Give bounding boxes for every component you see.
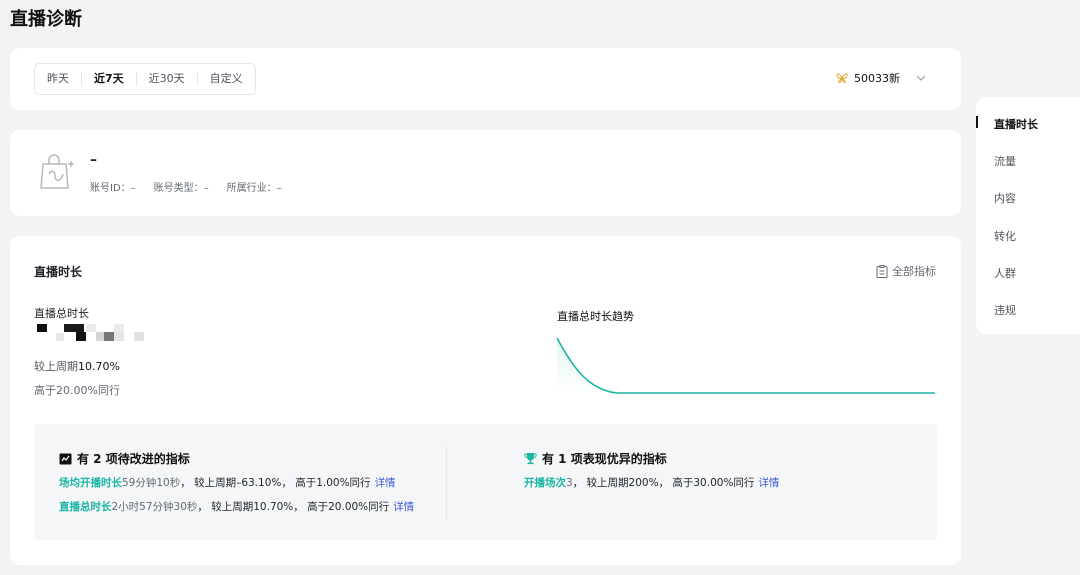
range-30-days[interactable]: 近30天 <box>135 72 197 86</box>
excellent-heading: 有 1 项表现优异的指标 <box>524 450 667 467</box>
trend-title: 直播总时长趋势 <box>557 310 634 323</box>
live-duration-card: 直播时长 全部指标 直播总时长 较上周期10.70% 高于20.00%同行 直播… <box>10 236 961 565</box>
improve-item: 场均开播时长59分钟10秒， 较上周期–63.10%， 高于1.00%同行 详情 <box>59 475 396 490</box>
date-range-selector: 昨天 近7天 近30天 自定义 <box>34 63 256 95</box>
metric-name: 场均开播时长 <box>59 477 122 489</box>
range-7-days[interactable]: 近7天 <box>81 72 136 86</box>
butterfly-icon <box>836 73 848 83</box>
trophy-icon <box>524 453 537 465</box>
metric-compare: ， 较上周期200%， 高于30.00%同行 <box>572 477 755 489</box>
metric-value: 59分钟10秒 <box>122 477 181 489</box>
section-title: 直播时长 <box>34 265 83 279</box>
account-selector-label: 50033新 <box>854 72 900 85</box>
side-nav-item-violation[interactable]: 违规 <box>994 302 1016 318</box>
side-nav-item-content[interactable]: 内容 <box>994 190 1016 206</box>
all-metrics-label: 全部指标 <box>892 265 936 278</box>
total-duration-label: 直播总时长 <box>34 307 89 320</box>
detail-link[interactable]: 详情 <box>758 477 779 489</box>
improve-section: 有 2 项待改进的指标 场均开播时长59分钟10秒， 较上周期–63.10%， … <box>34 424 446 540</box>
range-custom[interactable]: 自定义 <box>196 72 255 86</box>
filter-card: 昨天 近7天 近30天 自定义 50033新 <box>10 48 961 110</box>
account-industry: 所属行业：– <box>226 183 282 194</box>
flag-icon <box>59 453 72 464</box>
account-name: – <box>90 152 97 168</box>
range-yesterday[interactable]: 昨天 <box>35 72 81 86</box>
excellent-section: 有 1 项表现优异的指标 开播场次3， 较上周期200%， 高于30.00%同行… <box>447 424 937 540</box>
side-nav-item-conversion[interactable]: 转化 <box>994 228 1016 244</box>
metric-value: 3 <box>566 477 573 489</box>
page-title: 直播诊断 <box>10 9 82 30</box>
insight-panel: 有 2 项待改进的指标 场均开播时长59分钟10秒， 较上周期–63.10%， … <box>34 424 937 540</box>
side-nav-item-audience[interactable]: 人群 <box>994 265 1016 281</box>
excellent-title: 有 1 项表现优异的指标 <box>542 452 667 466</box>
period-comparison-value: 10.70% <box>78 360 120 373</box>
side-nav-item-duration[interactable]: 直播时长 <box>994 116 1038 132</box>
metric-value: 2小时57分钟30秒 <box>111 501 198 513</box>
trend-line <box>556 337 935 394</box>
detail-link[interactable]: 详情 <box>393 501 414 513</box>
improve-item: 直播总时长2小时57分钟30秒， 较上周期10.70%， 高于20.00%同行详… <box>59 499 414 514</box>
redacted-value-mosaic <box>37 324 144 341</box>
checklist-icon <box>876 264 888 278</box>
account-info-card: – 账号ID：– 账号类型：– 所属行业：– <box>10 130 961 216</box>
account-id: 账号ID：– <box>90 183 136 194</box>
account-meta: 账号ID：– 账号类型：– 所属行业：– <box>90 179 282 194</box>
improve-heading: 有 2 项待改进的指标 <box>59 450 190 467</box>
side-nav-item-traffic[interactable]: 流量 <box>994 153 1016 169</box>
account-type: 账号类型：– <box>153 183 209 194</box>
side-nav: 直播时长 流量 内容 转化 人群 违规 <box>976 97 1080 334</box>
metric-compare: ， 较上周期–63.10%， 高于1.00%同行 <box>180 477 371 489</box>
metric-name: 直播总时长 <box>59 501 112 513</box>
chevron-down-icon <box>916 75 926 81</box>
excellent-item: 开播场次3， 较上周期200%， 高于30.00%同行 详情 <box>524 475 779 490</box>
side-nav-active-marker <box>976 116 978 128</box>
metric-compare: ， 较上周期10.70%， 高于20.00%同行 <box>197 501 390 513</box>
all-metrics-button[interactable]: 全部指标 <box>876 263 936 279</box>
period-comparison: 较上周期10.70% <box>34 360 120 373</box>
shopping-bag-icon <box>40 154 75 189</box>
trend-sparkline <box>556 337 935 394</box>
detail-link[interactable]: 详情 <box>375 477 396 489</box>
account-selector[interactable]: 50033新 <box>836 70 928 86</box>
metric-name: 开播场次 <box>524 477 566 489</box>
peer-comparison: 高于20.00%同行 <box>34 384 120 397</box>
improve-title: 有 2 项待改进的指标 <box>77 452 190 466</box>
